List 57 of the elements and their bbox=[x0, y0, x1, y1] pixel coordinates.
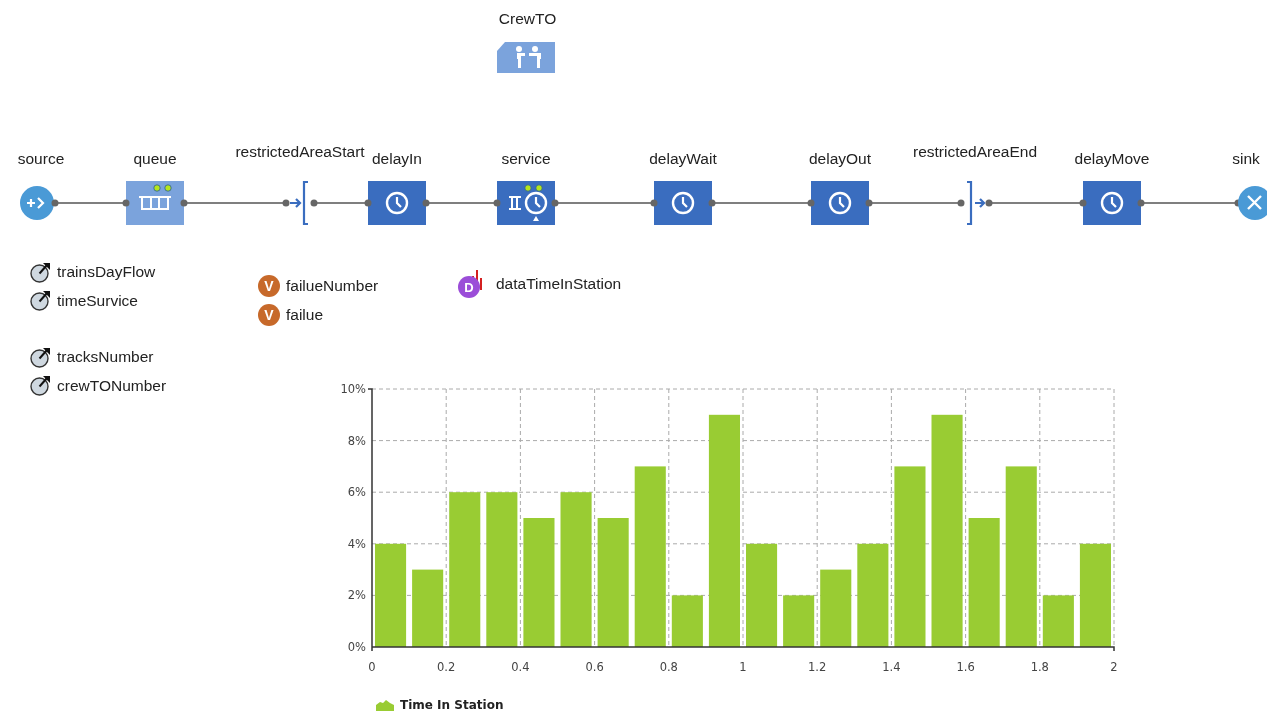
restricted-area-start-block[interactable] bbox=[282, 180, 318, 226]
x-tick-label: 1.6 bbox=[956, 660, 975, 674]
y-tick-label: 0% bbox=[347, 640, 366, 654]
block-label: delayWait bbox=[649, 150, 717, 167]
x-tick-label: 0.8 bbox=[659, 660, 678, 674]
block-label: delayOut bbox=[809, 150, 871, 167]
legend-label: Time In Station bbox=[400, 698, 504, 711]
delay-block[interactable] bbox=[807, 181, 873, 225]
variable-icon[interactable]: V bbox=[258, 275, 280, 298]
y-tick-label: 4% bbox=[347, 536, 366, 551]
x-tick-label: 2 bbox=[1110, 660, 1118, 674]
restricted-area-end-block[interactable] bbox=[957, 180, 993, 226]
variable-icon[interactable]: V bbox=[258, 303, 280, 326]
sink-block[interactable] bbox=[1234, 186, 1267, 220]
block-label: service bbox=[501, 150, 551, 167]
legend-icon bbox=[376, 699, 394, 711]
histogram-bar bbox=[783, 595, 815, 647]
y-tick-label: 8% bbox=[347, 433, 366, 448]
y-tick-label: 6% bbox=[347, 485, 366, 500]
x-tick-label: 0 bbox=[368, 660, 376, 674]
x-tick-label: 0.6 bbox=[585, 660, 604, 674]
delay-block[interactable] bbox=[650, 181, 716, 225]
parameter-label: crewTONumber bbox=[57, 376, 167, 395]
y-tick-label: 2% bbox=[347, 588, 366, 603]
x-tick-label: 1 bbox=[739, 660, 747, 674]
block-label: queue bbox=[133, 150, 177, 167]
dataset-label: dataTimeInStation bbox=[496, 275, 622, 294]
block-label: delayMove bbox=[1074, 150, 1150, 167]
y-tick-label: 10% bbox=[340, 382, 366, 396]
parameter-label: tracksNumber bbox=[57, 348, 154, 367]
x-tick-label: 1.4 bbox=[882, 660, 901, 674]
histogram-bar bbox=[1042, 595, 1074, 647]
block-label: restrictedAreaStart bbox=[235, 143, 365, 160]
parameter-icon[interactable] bbox=[30, 290, 51, 312]
x-tick-label: 0.2 bbox=[437, 660, 456, 674]
block-label: source bbox=[17, 150, 65, 167]
x-tick-label: 0.4 bbox=[511, 660, 530, 674]
x-tick-label: 1.8 bbox=[1030, 660, 1049, 674]
variable-label: failueNumber bbox=[286, 277, 379, 296]
parameter-label: timeSurvice bbox=[57, 291, 138, 310]
parameter-icon[interactable] bbox=[30, 346, 51, 368]
variable-label: failue bbox=[286, 305, 324, 324]
x-tick-label: 1.2 bbox=[808, 660, 827, 674]
delay-block[interactable] bbox=[1079, 181, 1145, 225]
service-block[interactable] bbox=[493, 181, 559, 225]
histogram-bar bbox=[671, 595, 703, 647]
resource-pool-label: CrewTO bbox=[498, 10, 557, 28]
source-block[interactable] bbox=[20, 186, 59, 220]
parameter-label: trainsDayFlow bbox=[57, 263, 156, 282]
block-label: restrictedAreaEnd bbox=[912, 143, 1038, 160]
queue-block[interactable] bbox=[122, 181, 188, 225]
resource-pool-icon[interactable] bbox=[496, 42, 555, 73]
block-label: sink bbox=[1232, 150, 1260, 167]
block-label: delayIn bbox=[372, 150, 422, 167]
delay-block[interactable] bbox=[364, 181, 430, 225]
parameter-icon[interactable] bbox=[30, 261, 51, 283]
parameter-icon[interactable] bbox=[30, 375, 51, 397]
